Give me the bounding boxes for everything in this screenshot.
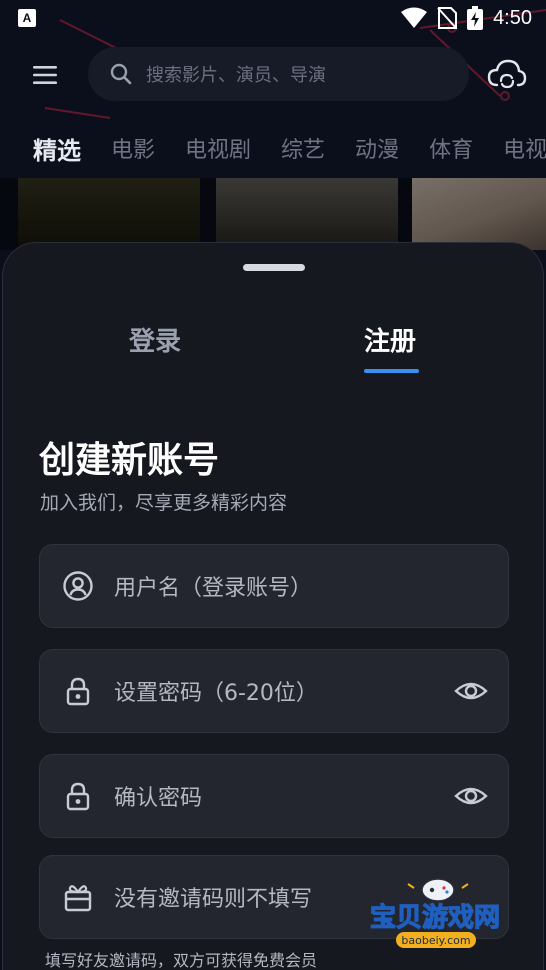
password-placeholder: 设置密码（6-20位） [114, 681, 318, 706]
tab-login[interactable]: 登录 [129, 321, 181, 358]
battery-icon [467, 6, 484, 30]
search-bar[interactable]: 搜索影片、演员、导演 [88, 47, 469, 101]
auth-bottom-sheet: 登录 注册 创建新账号 加入我们，尽享更多精彩内容 用户名（登录账号） 设置密码… [2, 242, 544, 970]
category-tab-anime[interactable]: 动漫 [355, 132, 399, 164]
eye-icon[interactable] [454, 676, 488, 706]
gift-icon [64, 885, 92, 912]
category-tabs: 精选 电影 电视剧 综艺 动漫 体育 电视 [0, 122, 546, 174]
overlay-scrim[interactable] [0, 178, 546, 250]
watermark-logo: 宝贝游戏网 baobeiy.com [369, 878, 501, 948]
invite-hint: 填写好友邀请码，双方可获得免费会员 [45, 951, 318, 970]
form-subtitle: 加入我们，尽享更多精彩内容 [40, 492, 288, 514]
status-time: 4:50 [493, 6, 532, 29]
lock-icon [66, 782, 90, 811]
category-tab-movie[interactable]: 电影 [111, 132, 155, 164]
status-indicators: 4:50 [401, 4, 532, 32]
cloud-sync-icon[interactable] [487, 57, 527, 93]
category-tab-tv[interactable]: 电视剧 [185, 132, 251, 164]
tab-register[interactable]: 注册 [364, 321, 416, 358]
search-placeholder: 搜索影片、演员、导演 [146, 65, 326, 86]
category-tab-featured[interactable]: 精选 [33, 131, 81, 166]
form-title: 创建新账号 [39, 440, 220, 481]
lock-icon [66, 677, 90, 706]
category-tab-sports[interactable]: 体育 [429, 132, 473, 164]
confirm-password-placeholder: 确认密码 [114, 786, 203, 811]
watermark-name: 宝贝游戏网 [370, 902, 500, 933]
menu-icon[interactable] [30, 62, 60, 88]
search-icon [110, 63, 132, 85]
drag-handle[interactable] [243, 264, 305, 271]
wifi-icon [401, 7, 428, 28]
sim-icon [437, 7, 458, 29]
category-tab-variety[interactable]: 综艺 [281, 132, 325, 164]
invite-code-placeholder: 没有邀请码则不填写 [114, 887, 313, 912]
username-field[interactable]: 用户名（登录账号） [39, 544, 509, 628]
status-bar: A 4:50 [0, 0, 546, 36]
user-icon [63, 571, 93, 601]
username-placeholder: 用户名（登录账号） [114, 576, 313, 601]
notification-icon: A [18, 9, 36, 27]
active-tab-indicator [364, 369, 419, 373]
confirm-password-field[interactable]: 确认密码 [39, 754, 509, 838]
watermark-domain: baobeiy.com [401, 934, 470, 947]
eye-icon[interactable] [454, 781, 488, 811]
password-field[interactable]: 设置密码（6-20位） [39, 649, 509, 733]
category-tab-more[interactable]: 电视 [503, 132, 546, 164]
